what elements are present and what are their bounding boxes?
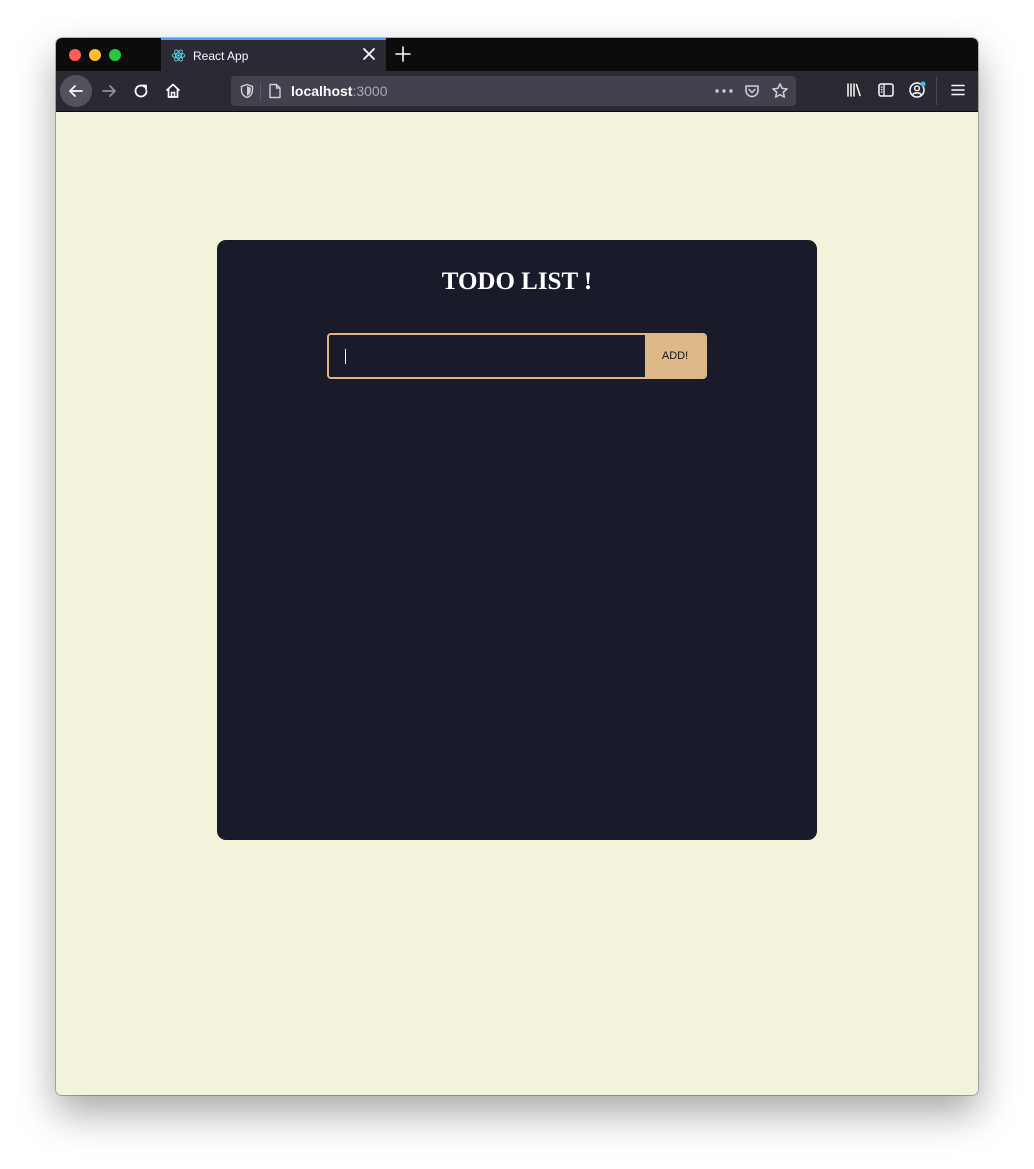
home-button[interactable] [157,75,189,107]
more-actions-icon[interactable] [715,89,733,93]
library-icon[interactable] [845,81,863,99]
page-icon[interactable] [268,83,282,99]
title-bar: React App [56,38,978,71]
new-tab-icon[interactable] [394,45,412,63]
add-button[interactable]: ADD! [645,335,705,377]
sidebar-icon[interactable] [877,81,895,99]
reload-icon [134,84,148,98]
todo-input[interactable] [329,335,645,377]
page-viewport: TODO LIST ! ADD! [56,112,978,1095]
react-icon [171,49,186,62]
address-separator [260,82,261,100]
tab-title: React App [193,49,249,63]
account-icon[interactable] [908,81,926,99]
tab-react-app[interactable]: React App [161,38,386,71]
arrow-left-icon [69,85,83,97]
todo-form: ADD! [327,333,707,379]
menu-icon[interactable] [949,81,967,99]
page-title: TODO LIST ! [441,268,593,295]
back-button[interactable] [60,75,92,107]
maximize-window-button[interactable] [109,49,121,61]
pocket-icon[interactable] [744,83,760,99]
url-host: localhost [291,83,353,99]
close-tab-icon[interactable] [360,45,378,63]
text-cursor [345,349,346,364]
minimize-window-button[interactable] [89,49,101,61]
close-window-button[interactable] [69,49,81,61]
url-text: localhost:3000 [291,83,388,99]
star-icon[interactable] [771,82,789,100]
url-port: :3000 [352,83,388,99]
arrow-right-icon [102,85,116,97]
navigation-toolbar: localhost:3000 [56,71,978,112]
todo-card: TODO LIST ! ADD! [217,240,817,840]
address-bar[interactable]: localhost:3000 [231,76,796,106]
shield-icon[interactable] [239,83,255,99]
browser-window: React App localhost:3000 TODO LIST ! ADD… [56,38,978,1095]
home-icon [165,83,181,98]
reload-button[interactable] [125,75,157,107]
forward-button[interactable] [93,75,125,107]
toolbar-divider [936,77,937,105]
